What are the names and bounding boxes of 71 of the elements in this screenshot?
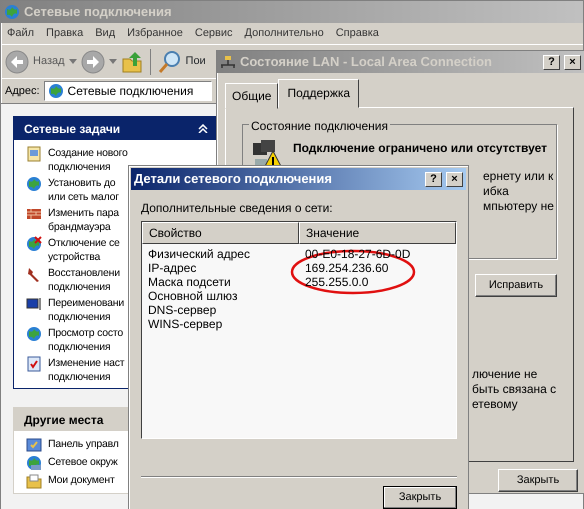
task-link[interactable]: Отключение се устройства (48, 236, 120, 264)
menu-item[interactable]: Избранное (121, 25, 189, 42)
task-link[interactable]: Переименовани подключения (48, 296, 124, 324)
document-icon (26, 356, 42, 372)
document-icon (26, 146, 42, 162)
close-button[interactable]: Закрыть (498, 469, 578, 492)
task-link[interactable]: Мои документ (48, 473, 115, 487)
search-icon (158, 50, 182, 74)
table-cell-text: Физический адрес (147, 247, 251, 261)
network-icon (220, 55, 236, 69)
table-cell-text: Маска подсети (147, 275, 232, 289)
brick-wall-icon (26, 206, 42, 222)
chevron-up-icon[interactable] (198, 124, 208, 133)
panel-title: Сетевые задачи (24, 120, 120, 138)
menu-item[interactable]: Справка (330, 25, 385, 42)
menu-item[interactable]: Сервис (188, 25, 239, 42)
address-label: Адрес: (5, 84, 40, 99)
table-cell-text: DNS-сервер (147, 303, 218, 317)
table-cell-text: 255.255.0.0 (304, 275, 370, 289)
help-button[interactable]: ? (425, 172, 442, 186)
menu-item[interactable]: Вид (89, 25, 122, 42)
globe-icon (26, 176, 42, 192)
table-cell-text: Основной шлюз (147, 289, 238, 303)
task-link[interactable]: Изменить пара брандмауэра (48, 206, 119, 234)
task-link[interactable]: Установить до или сеть малог (48, 176, 119, 204)
caret-icon[interactable] (68, 59, 77, 64)
text-line: ибка (483, 184, 510, 199)
column-header[interactable]: Значение (299, 222, 456, 244)
task-link[interactable]: Создание нового подключения (48, 146, 128, 174)
panel-title: Другие места (24, 412, 104, 428)
globe-icon (26, 326, 42, 342)
table-cell-text: IP-адрес (147, 261, 198, 275)
column-header[interactable]: Свойство (142, 222, 299, 244)
close-button[interactable]: Закрыть (383, 486, 457, 508)
address-field[interactable]: Сетевые подключения (44, 81, 212, 101)
close-button[interactable]: × (446, 172, 463, 186)
menu-item[interactable]: Правка (40, 25, 90, 42)
menu-item[interactable]: Файл (1, 25, 40, 42)
window-title: Детали сетевого подключения (134, 170, 333, 188)
window-title: Сетевые подключения (24, 3, 173, 22)
table-cell-text: WINS-сервер (147, 317, 224, 331)
folder-up-icon[interactable] (120, 50, 143, 72)
tab[interactable]: Поддержка (278, 79, 360, 108)
globe-icon (48, 83, 64, 99)
text-line: етевому (472, 396, 519, 412)
text-line: лючение не (472, 366, 538, 382)
task-link[interactable]: Просмотр состо подключения (48, 326, 124, 354)
search-button[interactable]: Пои (158, 50, 206, 74)
task-link[interactable]: Панель управл (48, 437, 119, 451)
computer-icon (26, 455, 42, 471)
menu-item[interactable]: Дополнительно (238, 25, 330, 42)
help-button[interactable]: ? (543, 54, 560, 70)
tab[interactable]: Общие (225, 83, 278, 109)
table-cell-text: 169.254.236.60 (304, 261, 390, 275)
task-link[interactable]: Сетевое окруж (48, 455, 118, 469)
folder-icon (26, 473, 42, 489)
caption-text: Дополнительные сведения о сети: (141, 200, 334, 217)
caret-icon[interactable] (108, 59, 117, 64)
text-line: мпьютеру не (483, 199, 554, 214)
task-link[interactable]: Изменение наст подключения (48, 356, 124, 384)
globe-icon (4, 4, 20, 20)
window-icon (26, 437, 42, 453)
back-button[interactable]: Назад (5, 50, 65, 74)
close-button[interactable]: × (564, 54, 581, 70)
globe-icon (26, 236, 42, 252)
text-line: ернету или к (483, 169, 554, 184)
status-text: Подключение ограничено или отсутствует (293, 140, 547, 157)
repair-button[interactable]: Исправить (475, 274, 557, 296)
monitor-icon (26, 296, 42, 312)
task-link[interactable]: Восстановлени подключения (48, 266, 120, 294)
text-line: быть связана с (472, 382, 557, 396)
